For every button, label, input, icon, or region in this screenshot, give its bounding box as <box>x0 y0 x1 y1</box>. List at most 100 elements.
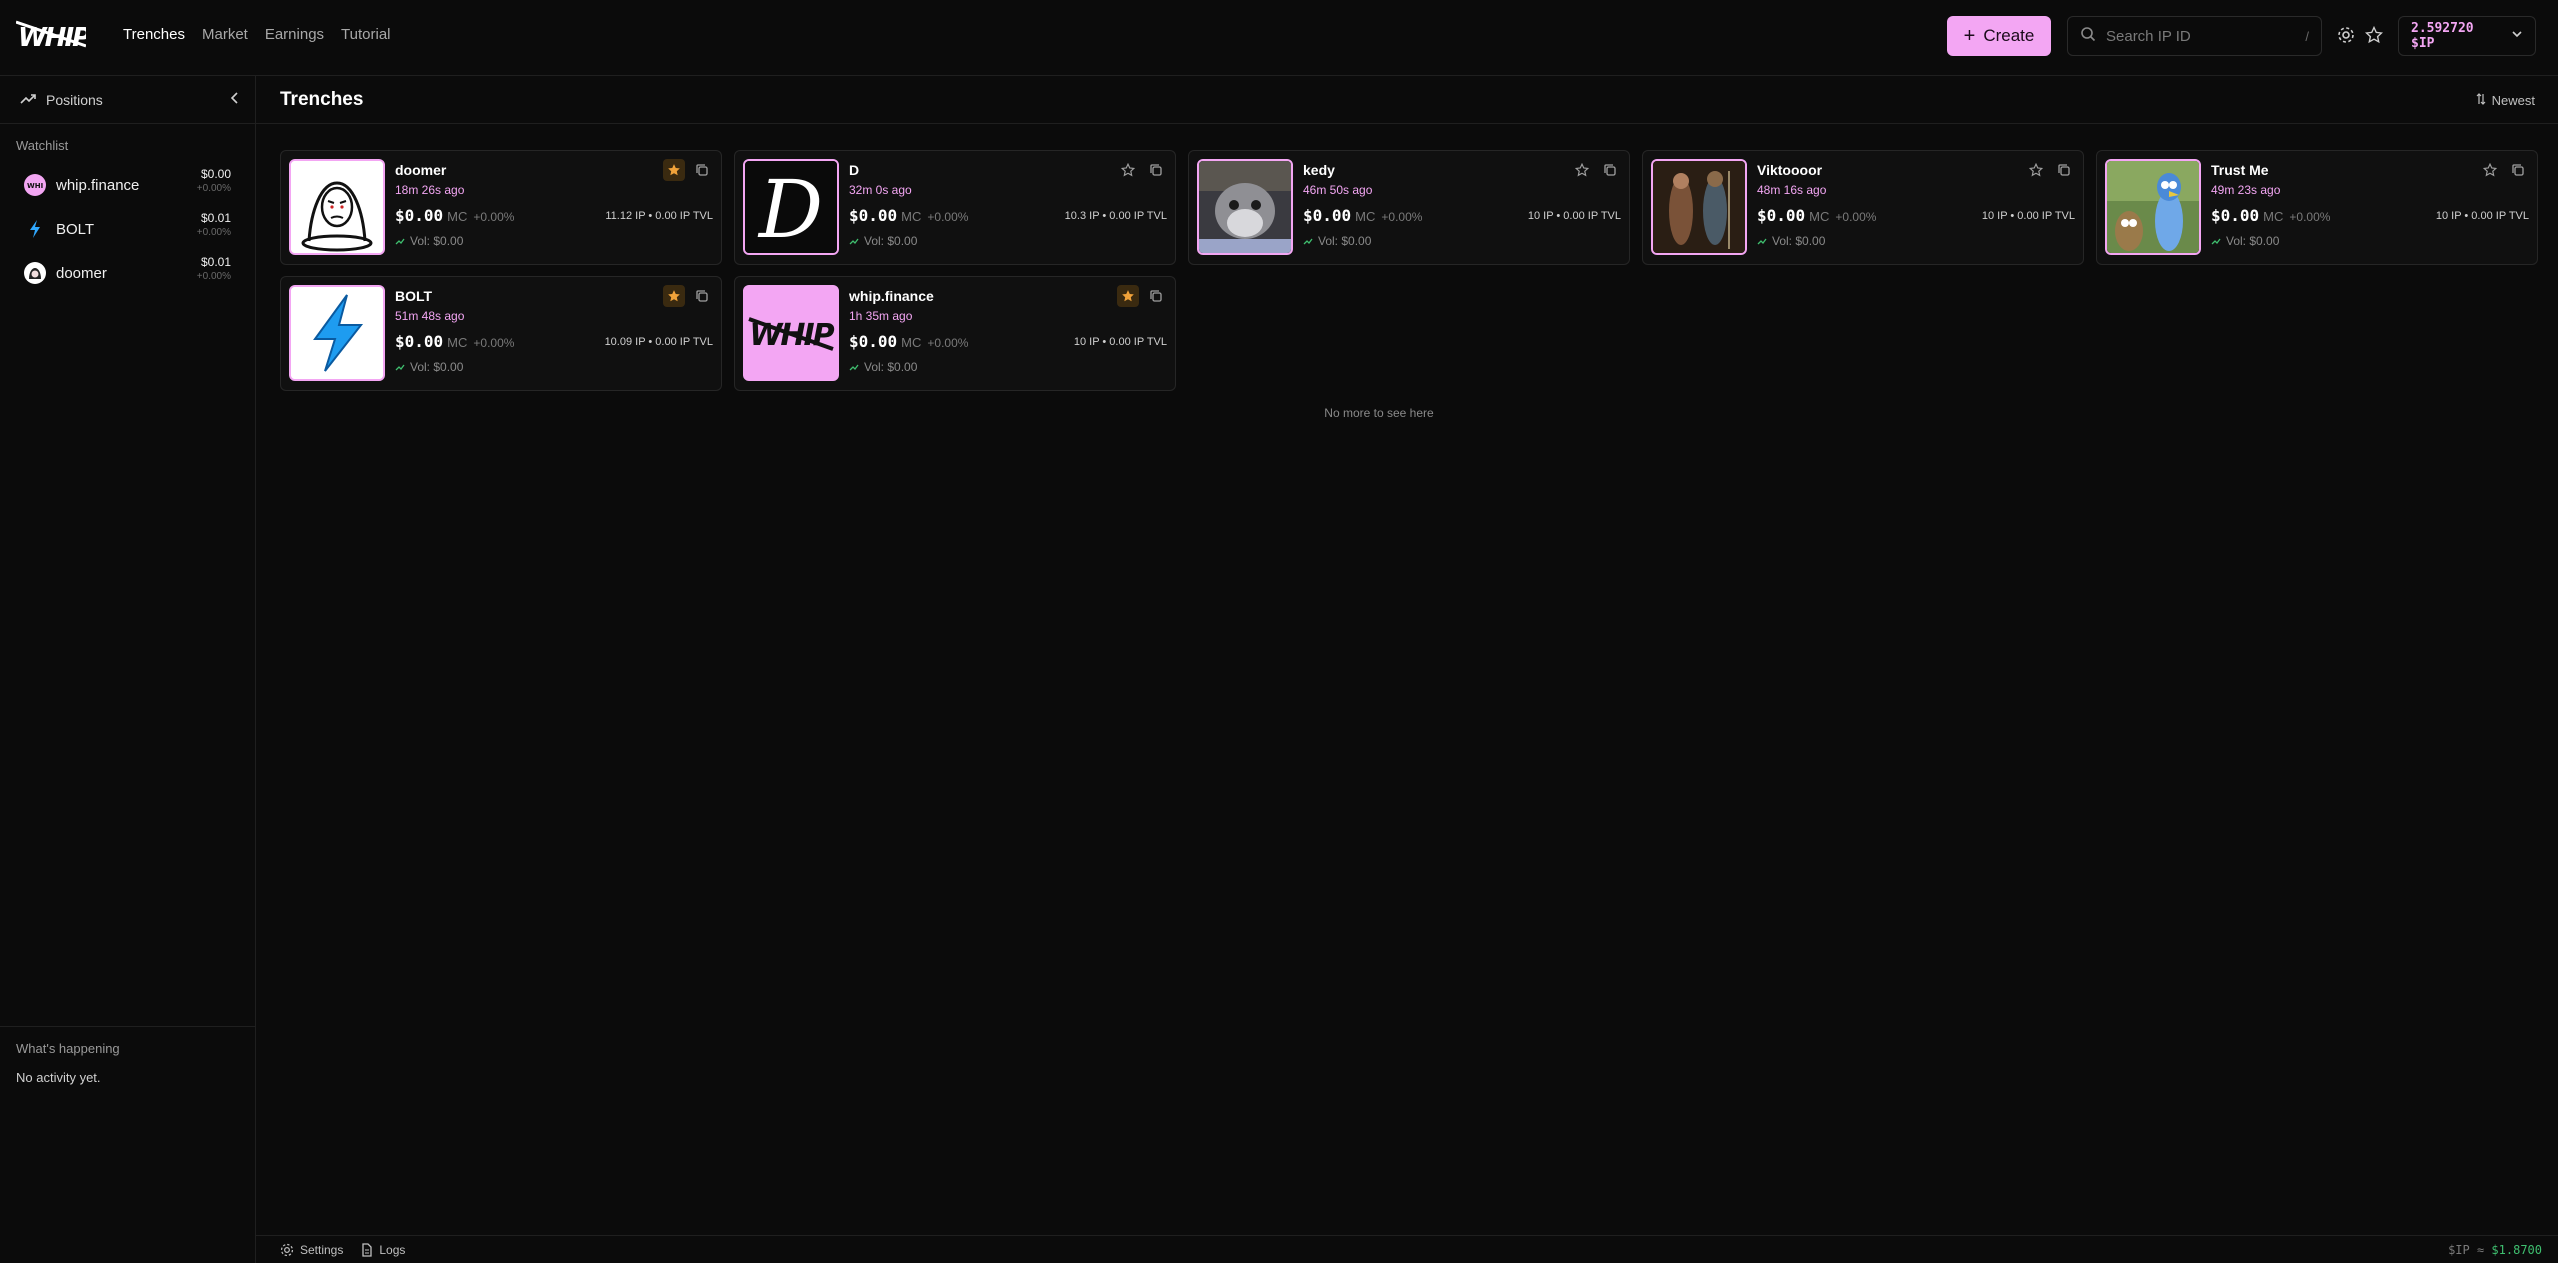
wallet-balance: 2.592720 $IP <box>2411 21 2474 51</box>
token-tvl: 11.12 IP • 0.00 IP TVL <box>605 210 713 222</box>
watchlist-item-values: $0.01 +0.00% <box>197 255 231 282</box>
token-name: kedy <box>1303 162 1335 178</box>
token-volume-text: Vol: $0.00 <box>410 360 464 374</box>
token-price-value: $0.00 <box>1303 206 1352 225</box>
star-button[interactable] <box>663 159 685 181</box>
token-card-bolt[interactable]: BOLT 51m 48s ago $0.00 MC +0.00% 10.09 IP … <box>280 276 722 391</box>
positions-header[interactable]: Positions <box>0 76 255 124</box>
token-volume: Vol: $0.00 <box>395 234 463 248</box>
copy-button[interactable] <box>1145 159 1167 181</box>
watchlist-item-change: +0.00% <box>196 227 231 238</box>
copy-button[interactable] <box>691 285 713 307</box>
token-card-d[interactable]: D D 32m 0s ago $0.00 MC +0.00% 10.3 IP • 0… <box>734 150 1176 265</box>
gear-icon <box>280 1243 294 1256</box>
nav-tutorial[interactable]: Tutorial <box>341 26 390 43</box>
watchlist-item-values: $0.00 +0.00% <box>197 167 231 194</box>
page-title: Trenches <box>280 88 364 110</box>
search-shortcut: / <box>2305 28 2309 44</box>
token-change: +0.00% <box>927 336 969 350</box>
footer-logs-label: Logs <box>379 1242 406 1257</box>
token-volume: Vol: $0.00 <box>849 360 917 374</box>
create-button[interactable]: + Create <box>1947 16 2051 56</box>
token-volume-text: Vol: $0.00 <box>864 234 918 248</box>
token-card-trust-me[interactable]: Trust Me 49m 23s ago $0.00 MC +0.00% 10 IP… <box>2096 150 2538 265</box>
whip-logo[interactable]: WHIP <box>15 16 93 54</box>
token-volume-text: Vol: $0.00 <box>410 234 464 248</box>
copy-icon <box>2512 164 2524 176</box>
main-content: Trenches Newest doomer 18m 26s ago $0.00… <box>256 76 2558 1235</box>
token-volume: Vol: $0.00 <box>2211 234 2279 248</box>
settings-gear-icon[interactable] <box>2334 23 2358 47</box>
nav-earnings[interactable]: Earnings <box>265 26 324 43</box>
plus-icon: + <box>1963 25 1976 47</box>
star-button[interactable] <box>2025 159 2047 181</box>
token-card-viktoooor[interactable]: Viktoooor 48m 16s ago $0.00 MC +0.00% 10 I… <box>1642 150 2084 265</box>
copy-icon <box>1604 164 1616 176</box>
footer-logs-button[interactable]: Logs <box>361 1243 405 1257</box>
token-name: D <box>849 162 860 178</box>
token-tvl: 10 IP • 0.00 IP TVL <box>2435 210 2529 222</box>
copy-button[interactable] <box>2507 159 2529 181</box>
token-image-viktoooor <box>1651 159 1747 255</box>
star-button[interactable] <box>1117 159 1139 181</box>
watchlist-item-values: $0.01 +0.00% <box>197 211 231 238</box>
trend-up-icon <box>849 364 859 371</box>
token-card-doomer[interactable]: doomer 18m 26s ago $0.00 MC +0.00% 11.12 I… <box>280 150 722 265</box>
search-input[interactable]: Search IP ID / <box>2067 16 2322 56</box>
token-price-value: $0.00 <box>849 206 898 225</box>
token-name: whip.finance <box>849 288 934 304</box>
create-label: Create <box>1983 26 2035 45</box>
watchlist-item-doomer[interactable]: doomer $0.01 +0.00% <box>0 251 255 295</box>
star-outline-icon <box>1575 163 1589 177</box>
token-age: 18m 26s ago <box>395 183 465 197</box>
footer-settings-button[interactable]: Settings <box>280 1243 343 1257</box>
star-button[interactable] <box>1571 159 1593 181</box>
copy-button[interactable] <box>1145 285 1167 307</box>
token-name: Viktoooor <box>1757 162 1823 178</box>
nav-market[interactable]: Market <box>202 26 248 43</box>
copy-icon <box>2058 164 2070 176</box>
chevron-down-icon <box>2511 28 2523 44</box>
copy-button[interactable] <box>1599 159 1621 181</box>
watchlist-item-name: BOLT <box>56 220 95 238</box>
token-card-grid: doomer 18m 26s ago $0.00 MC +0.00% 11.12 I… <box>280 150 2538 391</box>
watchlist-item-bolt[interactable]: BOLT $0.01 +0.00% <box>0 207 255 251</box>
market-cap-label: MC <box>2263 209 2284 224</box>
copy-button[interactable] <box>2053 159 2075 181</box>
star-outline-icon <box>2029 163 2043 177</box>
token-volume: Vol: $0.00 <box>1757 234 1825 248</box>
token-change: +0.00% <box>1381 210 1423 224</box>
search-icon <box>2080 26 2096 46</box>
star-button[interactable] <box>1117 285 1139 307</box>
nav-trenches[interactable]: Trenches <box>123 26 185 43</box>
sort-label: Newest <box>2491 93 2535 108</box>
copy-button[interactable] <box>691 159 713 181</box>
svg-text:D: D <box>757 163 823 253</box>
token-name: BOLT <box>395 288 433 304</box>
watchlist-item-change: +0.00% <box>196 271 231 282</box>
collapse-sidebar-icon[interactable] <box>229 91 241 108</box>
whats-happening-title: What's happening <box>16 1041 120 1056</box>
watchlist-item-whip-finance[interactable]: WHIP whip.finance $0.00 +0.00% <box>0 163 255 207</box>
favorites-star-icon[interactable] <box>2362 23 2386 47</box>
ip-price-readout: $IP ≈ $1.8700 <box>2448 1243 2542 1257</box>
watchlist-item-name: doomer <box>56 264 107 282</box>
token-card-whip-finance[interactable]: WHIP whip.finance 1h 35m ago $0.00MC +0.0… <box>734 276 1176 391</box>
sort-dropdown[interactable]: Newest <box>2476 93 2535 108</box>
token-volume: Vol: $0.00 <box>1303 234 1371 248</box>
footer-bar: Settings Logs $IP ≈ $1.8700 <box>256 1235 2558 1263</box>
watchlist-item-price: $0.01 <box>200 255 231 269</box>
token-tvl: 10 IP • 0.00 IP TVL <box>1073 336 1167 348</box>
token-card-kedy[interactable]: kedy 46m 50s ago $0.00 MC +0.00% 10 IP • 0… <box>1188 150 1630 265</box>
trend-up-icon <box>2211 238 2221 245</box>
star-button[interactable] <box>663 285 685 307</box>
token-price: $0.00 MC +0.00% <box>849 332 968 351</box>
trend-up-icon <box>1757 238 1767 245</box>
wallet-balance-button[interactable]: 2.592720 $IP <box>2398 16 2536 56</box>
token-volume-text: Vol: $0.00 <box>1318 234 1372 248</box>
star-button[interactable] <box>2479 159 2501 181</box>
token-age: 46m 50s ago <box>1303 183 1373 197</box>
token-name: Trust Me <box>2211 162 2269 178</box>
document-icon <box>362 1242 373 1257</box>
token-price: $0.00 MC +0.00% <box>1303 206 1422 225</box>
